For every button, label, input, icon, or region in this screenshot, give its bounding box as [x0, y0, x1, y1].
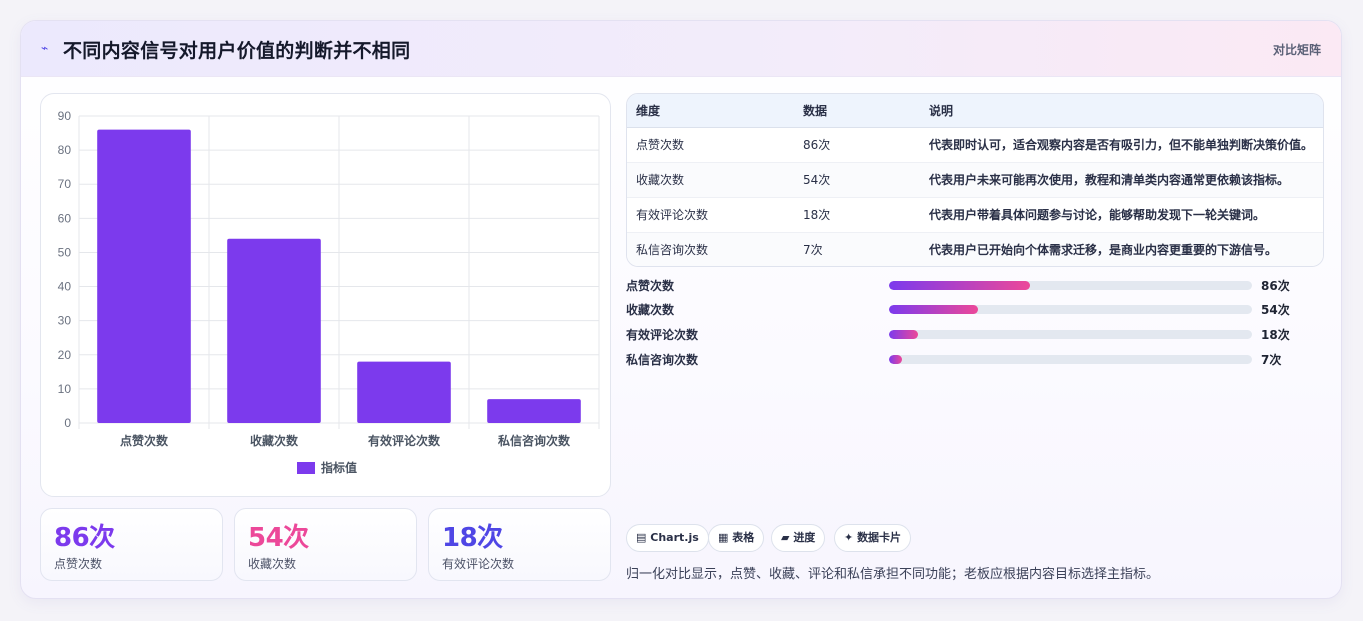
table-cell: 代表用户已开始向个体需求迁移，是商业内容更重要的下游信号。	[929, 243, 1278, 258]
table-cell: 代表用户带着具体问题参与讨论，能够帮助发现下一轮关键词。	[929, 197, 1323, 233]
progress-row-likes: 点赞次数 86次	[626, 277, 1306, 293]
column-header: 数据	[803, 94, 929, 128]
x-tick-label: 私信咨询次数	[497, 433, 571, 448]
progress-label: 收藏次数	[626, 303, 675, 317]
column-header: 维度	[627, 94, 803, 128]
column-header: 说明	[929, 94, 1323, 128]
bar-chart-svg: 0 10 20 30 40 50 60 70 80 90 点赞次数 收藏次数 有效评论次数 私信咨询次数指…	[58, 109, 600, 475]
progress-value: 18次	[1261, 328, 1290, 342]
y-tick-label: 90	[58, 109, 72, 123]
comparison-table: 维度 数据 说明 点赞次数 86次 代表即时认可，适合观察内容是否有吸引力，但不…	[626, 93, 1324, 267]
y-tick-label: 10	[58, 382, 72, 396]
y-tick-label: 80	[58, 143, 72, 157]
table-row: 点赞次数 86次 代表即时认可，适合观察内容是否有吸引力，但不能单独判断决策价值…	[627, 127, 1323, 163]
progress-label: 有效评论次数	[626, 328, 699, 342]
summary-note: 归一化对比显示，点赞、收藏、评论和私信承担不同功能；老板应根据内容目标选择主指标…	[626, 567, 1160, 582]
chart-icon: ▤	[636, 531, 647, 544]
progress-icon: ▰	[781, 531, 790, 544]
table-cell: 私信咨询次数	[636, 243, 709, 258]
progress-value: 86次	[1261, 279, 1290, 293]
y-tick-label: 70	[58, 177, 72, 191]
progress-row-messages: 私信咨询次数 7次	[626, 351, 1306, 367]
stat-label: 收藏次数	[248, 557, 297, 571]
progress-row-saves: 收藏次数 54次	[626, 301, 1306, 317]
stat-label: 点赞次数	[54, 557, 103, 571]
table-icon: ▦	[718, 531, 729, 544]
chip-label: 进度	[793, 531, 816, 544]
table-cell: 点赞次数	[627, 127, 803, 163]
x-tick-label: 收藏次数	[250, 433, 299, 448]
legend-swatch	[297, 462, 315, 474]
progress-track	[889, 355, 1252, 364]
card-header: ⌁ 不同内容信号对用户价值的判断并不相同 对比矩阵	[21, 21, 1341, 77]
y-tick-label: 40	[58, 280, 72, 294]
chip-table[interactable]: ▦ 表格	[708, 524, 765, 552]
chip-chartjs[interactable]: ▤ Chart.js	[626, 524, 709, 552]
bar-chart: 0 10 20 30 40 50 60 70 80 90 点赞次数 收藏次数 有效评论次数 私信咨询次数指…	[40, 93, 611, 497]
bar	[227, 238, 321, 423]
table-cell: 代表即时认可，适合观察内容是否有吸引力，但不能单独判断决策价值。	[929, 127, 1323, 163]
sparkle-icon: ⌁	[41, 41, 49, 55]
table-cell: 7次	[803, 243, 823, 258]
progress-track	[889, 281, 1252, 290]
bar	[357, 361, 451, 423]
bar	[487, 399, 581, 423]
table-row: 收藏次数 54次 代表用户未来可能再次使用，教程和清单类内容通常更依赖该指标。	[627, 162, 1323, 198]
table-cell: 86次	[803, 127, 929, 163]
progress-label: 私信咨询次数	[626, 353, 699, 367]
progress-track	[889, 305, 1252, 314]
chip-progress[interactable]: ▰ 进度	[771, 524, 826, 552]
stat-value: 86次	[54, 523, 115, 553]
progress-row-comments: 有效评论次数 18次	[626, 326, 1306, 342]
x-tick-label: 点赞次数	[120, 433, 169, 448]
card-icon: ✦	[844, 531, 854, 544]
chip-label: 表格	[732, 531, 755, 544]
bar	[97, 129, 191, 423]
table-cell: 有效评论次数	[627, 197, 803, 233]
comparison-card: ⌁ 不同内容信号对用户价值的判断并不相同 对比矩阵 0 10 20 30 40 50 60 7…	[20, 20, 1342, 599]
chip-label: 数据卡片	[857, 531, 902, 544]
table-cell: 54次	[803, 162, 929, 198]
table-header-row: 维度 数据 说明	[627, 94, 1323, 128]
progress-fill	[889, 281, 1030, 290]
progress-value: 54次	[1261, 303, 1290, 317]
y-tick-label: 0	[64, 416, 71, 430]
progress-fill	[889, 355, 902, 364]
header-tag: 对比矩阵	[1272, 43, 1321, 57]
table-cell: 收藏次数	[627, 162, 803, 198]
table-row: 有效评论次数 18次 代表用户带着具体问题参与讨论，能够帮助发现下一轮关键词。	[627, 197, 1323, 233]
y-tick-label: 30	[58, 314, 72, 328]
stat-card-likes: 86次 点赞次数	[40, 508, 223, 581]
stat-value: 18次	[442, 523, 503, 553]
legend-label: 指标值	[321, 460, 357, 475]
page-title: 不同内容信号对用户价值的判断并不相同	[63, 40, 411, 62]
x-tick-label: 有效评论次数	[368, 433, 441, 448]
chip-data-card[interactable]: ✦ 数据卡片	[834, 524, 912, 552]
y-tick-label: 60	[58, 211, 72, 225]
progress-track	[889, 330, 1252, 339]
stat-card-comments: 18次 有效评论次数	[428, 508, 611, 581]
progress-fill	[889, 305, 978, 314]
chip-label: Chart.js	[650, 531, 699, 544]
stat-card-saves: 54次 收藏次数	[234, 508, 417, 581]
table-row: 私信咨询次数 7次 代表用户已开始向个体需求迁移，是商业内容更重要的下游信号。	[627, 232, 1323, 266]
y-tick-label: 50	[58, 245, 72, 259]
progress-value: 7次	[1261, 353, 1282, 367]
stat-label: 有效评论次数	[442, 557, 515, 571]
table-cell: 代表用户未来可能再次使用，教程和清单类内容通常更依赖该指标。	[929, 162, 1323, 198]
y-tick-label: 20	[58, 348, 72, 362]
progress-fill	[889, 330, 919, 339]
stat-value: 54次	[248, 523, 309, 553]
progress-label: 点赞次数	[626, 279, 675, 293]
table-cell: 18次	[803, 197, 929, 233]
